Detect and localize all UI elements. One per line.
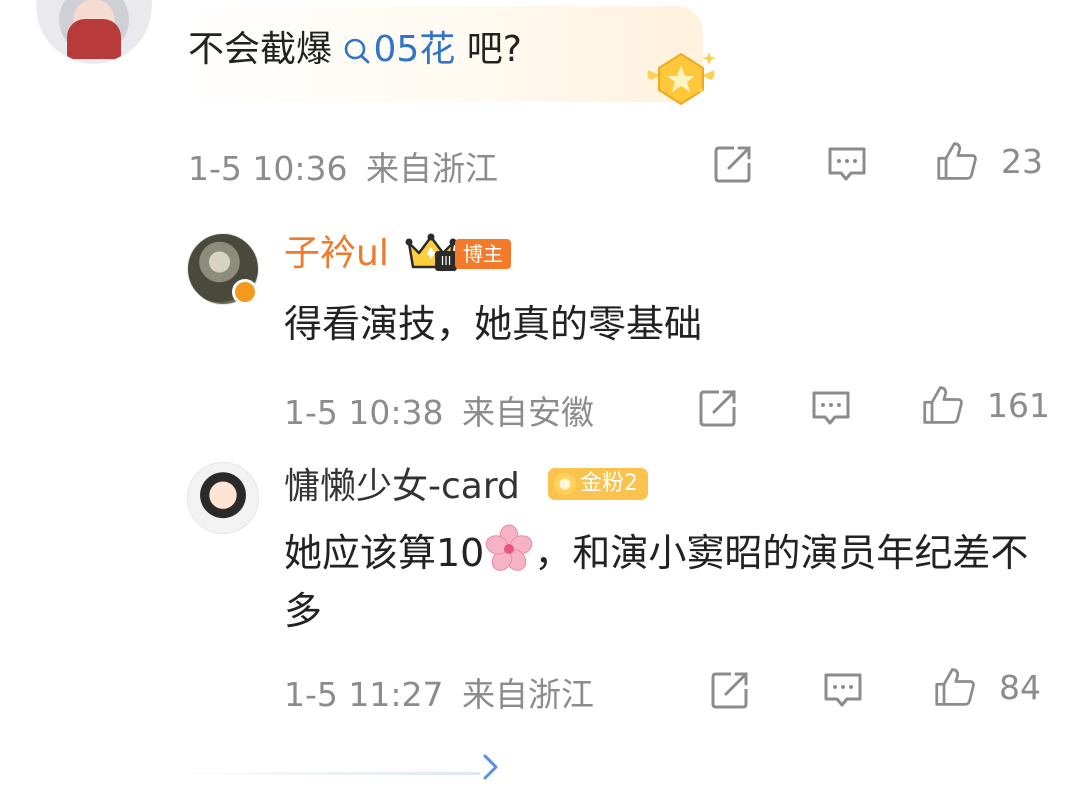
comment-meta: 1-5 10:36 来自浙江 bbox=[188, 142, 498, 190]
share-icon[interactable] bbox=[697, 387, 739, 429]
share-icon[interactable] bbox=[709, 669, 751, 711]
reply-text: 她应该算10 ，和演小窦昭的演员年纪差不多 bbox=[284, 524, 1044, 640]
reply-nickname[interactable]: 慵懒少女-card bbox=[284, 463, 520, 511]
top-comment-text-before: 不会截爆 bbox=[188, 29, 333, 70]
top-comment-text-after: 吧? bbox=[466, 29, 522, 70]
fans-badge-label: 金粉2 bbox=[580, 471, 638, 496]
comment-icon[interactable] bbox=[826, 143, 868, 185]
like-count: 23 bbox=[1001, 142, 1043, 181]
like-count: 84 bbox=[999, 668, 1041, 707]
chevron-right-icon[interactable] bbox=[478, 750, 504, 784]
like-icon[interactable] bbox=[922, 384, 964, 426]
crown-level: III bbox=[435, 251, 457, 271]
fans-badge-icon bbox=[554, 473, 576, 495]
topic-link[interactable]: 05花 bbox=[343, 29, 455, 70]
reply-text-before: 她应该算10 bbox=[284, 531, 485, 575]
blogger-badge-label: 博主 bbox=[455, 239, 511, 269]
blogger-badge: III 博主 bbox=[405, 233, 515, 273]
reply-avatar[interactable] bbox=[187, 462, 259, 534]
verified-badge-icon bbox=[232, 279, 258, 305]
top-comment-text: 不会截爆 05花 吧? bbox=[188, 24, 522, 76]
share-icon[interactable] bbox=[712, 143, 754, 185]
comment-icon[interactable] bbox=[810, 387, 852, 429]
comment-location: 来自浙江 bbox=[366, 149, 498, 188]
reply-text: 得看演技，她真的零基础 bbox=[284, 302, 703, 346]
reply-meta: 1-5 10:38 来自安徽 bbox=[284, 386, 594, 434]
reply-meta: 1-5 11:27 来自浙江 bbox=[284, 668, 594, 716]
like-icon[interactable] bbox=[936, 140, 978, 182]
reply-location: 来自浙江 bbox=[462, 675, 594, 714]
commenter-avatar[interactable] bbox=[36, 0, 152, 64]
reply-location: 来自安徽 bbox=[462, 393, 594, 432]
comment-icon[interactable] bbox=[822, 669, 864, 711]
like-count: 161 bbox=[987, 386, 1050, 425]
reply-time: 1-5 10:38 bbox=[284, 393, 444, 432]
reply-time: 1-5 11:27 bbox=[284, 675, 444, 714]
more-replies-divider bbox=[175, 772, 480, 775]
comment-time: 1-5 10:36 bbox=[188, 149, 348, 188]
like-icon[interactable] bbox=[934, 666, 976, 708]
topic-label: 05花 bbox=[373, 29, 456, 70]
cherry-blossom-icon bbox=[486, 524, 533, 571]
reply-nickname[interactable]: 子衿ul bbox=[284, 230, 389, 278]
search-icon bbox=[345, 38, 370, 64]
fan-level-emblem-icon bbox=[647, 52, 716, 106]
fans-badge: 金粉2 bbox=[548, 468, 648, 500]
